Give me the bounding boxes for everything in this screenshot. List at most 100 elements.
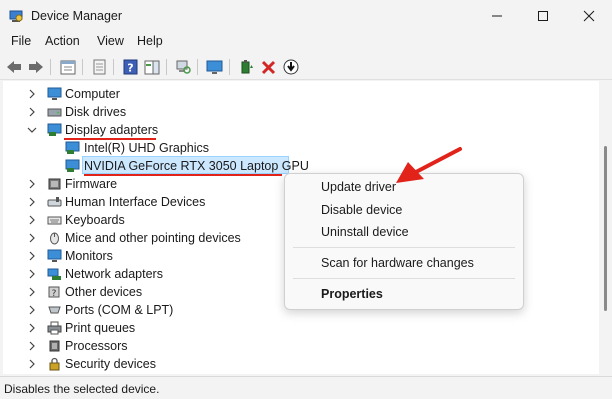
hid-icon: [47, 197, 62, 207]
chevron-right-icon[interactable]: [27, 175, 37, 193]
download-toolbar-button[interactable]: [281, 57, 301, 77]
tree-item-ports[interactable]: Ports (COM & LPT): [3, 301, 303, 319]
keyboard-icon: [47, 216, 62, 225]
annotation-underline: [64, 138, 156, 140]
tree-item-label: Print queues: [65, 321, 136, 335]
tree-item-mice[interactable]: Mice and other pointing devices: [3, 229, 303, 247]
maximize-button[interactable]: [520, 0, 566, 32]
chevron-right-icon[interactable]: [27, 247, 37, 265]
display-adapter-icon: [65, 141, 80, 154]
close-button[interactable]: [566, 0, 612, 32]
port-icon: [48, 306, 61, 314]
back-icon: [7, 61, 21, 73]
monitor-icon: [47, 249, 62, 262]
tree-item-label: Keyboards: [65, 213, 125, 227]
tree-item-processors[interactable]: Processors: [3, 337, 303, 355]
computer-icon: [47, 87, 62, 100]
properties-sheet-icon: [60, 60, 76, 74]
scrollbar-thumb[interactable]: [604, 146, 607, 311]
menu-action[interactable]: Action: [44, 34, 81, 48]
help-button[interactable]: ?: [120, 57, 140, 77]
menu-item-uninstall-device[interactable]: Uninstall device: [321, 225, 409, 239]
tree-item-firmware[interactable]: Firmware: [3, 175, 303, 193]
minimize-button[interactable]: [474, 0, 520, 32]
chevron-right-icon[interactable]: [27, 283, 37, 301]
tree-item-disk-drives[interactable]: Disk drives: [3, 103, 303, 121]
context-menu: Update driver Disable device Uninstall d…: [284, 173, 524, 310]
menu-item-scan-hardware[interactable]: Scan for hardware changes: [321, 256, 474, 270]
uninstall-icon: [261, 60, 275, 74]
computer-scan-icon: [176, 60, 191, 74]
tree-item-intel-uhd-graphics[interactable]: Intel(R) UHD Graphics: [3, 139, 303, 157]
tree-item-label: Disk drives: [65, 105, 127, 119]
back-button[interactable]: [4, 57, 24, 77]
processor-icon: [49, 340, 60, 352]
svg-text:?: ?: [127, 62, 133, 75]
chevron-right-icon[interactable]: [27, 265, 37, 283]
menu-item-disable-device[interactable]: Disable device: [321, 203, 402, 217]
menu-separator: [293, 247, 515, 248]
vertical-scrollbar[interactable]: [599, 81, 612, 374]
tree-item-label: Display adapters: [65, 123, 159, 137]
tree-item-label: Human Interface Devices: [65, 195, 206, 209]
svg-text:?: ?: [52, 289, 57, 299]
title-bar: Device Manager: [0, 0, 612, 32]
properties-sheet-button[interactable]: [58, 57, 78, 77]
tree-item-security-devices[interactable]: Security devices: [3, 355, 303, 373]
tree-item-label: Intel(R) UHD Graphics: [84, 141, 210, 155]
chevron-right-icon[interactable]: [27, 103, 37, 121]
mouse-icon: [50, 232, 59, 245]
update-driver-toolbar-button[interactable]: [236, 57, 256, 77]
menu-help[interactable]: Help: [136, 34, 164, 48]
tree-item-label: NVIDIA GeForce RTX 3050 Laptop GPU: [84, 159, 309, 173]
menu-item-properties[interactable]: Properties: [321, 287, 383, 301]
tree-item-label: Security devices: [65, 357, 157, 371]
tree-item-computer[interactable]: Computer: [3, 85, 303, 103]
tree-item-other-devices[interactable]: ? Other devices: [3, 283, 303, 301]
chevron-right-icon[interactable]: [27, 301, 37, 319]
tree-item-print-queues[interactable]: Print queues: [3, 319, 303, 337]
chevron-down-icon[interactable]: [27, 121, 37, 139]
firmware-icon: [48, 178, 61, 190]
help-icon: ?: [123, 59, 137, 75]
tree-item-label: Other devices: [65, 285, 143, 299]
monitor-button[interactable]: [204, 57, 224, 77]
tree-item-label: Firmware: [65, 177, 118, 191]
tree-item-human-interface-devices[interactable]: Human Interface Devices: [3, 193, 303, 211]
chevron-right-icon[interactable]: [27, 229, 37, 247]
action-pane-button[interactable]: [142, 57, 162, 77]
annotation-underline: [84, 174, 282, 176]
tree-item-monitors[interactable]: Monitors: [3, 247, 303, 265]
tree-item-display-adapters[interactable]: Display adapters: [3, 121, 303, 139]
chevron-right-icon[interactable]: [27, 211, 37, 229]
menu-separator: [293, 278, 515, 279]
chevron-right-icon[interactable]: [27, 355, 37, 373]
chevron-right-icon[interactable]: [27, 85, 37, 103]
tree-item-keyboards[interactable]: Keyboards: [3, 211, 303, 229]
disk-drive-icon: [47, 108, 62, 117]
uninstall-toolbar-button[interactable]: [258, 57, 278, 77]
scan-hardware-button[interactable]: [173, 57, 193, 77]
menu-item-update-driver[interactable]: Update driver: [321, 180, 396, 194]
monitor-icon: [206, 60, 222, 74]
tree-item-network-adapters[interactable]: Network adapters: [3, 265, 303, 283]
network-adapter-icon: [47, 268, 61, 280]
menu-bar: File Action View Help: [0, 32, 612, 52]
tree-item-nvidia-gpu[interactable]: NVIDIA GeForce RTX 3050 Laptop GPU: [3, 157, 309, 175]
chevron-right-icon[interactable]: [27, 319, 37, 337]
toolbar: ?: [0, 54, 612, 80]
maximize-icon: [538, 11, 548, 21]
display-adapter-icon: [47, 123, 62, 136]
chevron-right-icon[interactable]: [27, 193, 37, 211]
download-icon: [283, 59, 299, 75]
chevron-right-icon[interactable]: [27, 337, 37, 355]
device-manager-icon: [9, 10, 23, 22]
annotation-arrow-icon: [396, 147, 462, 183]
menu-file[interactable]: File: [10, 34, 32, 48]
menu-view[interactable]: View: [96, 34, 125, 48]
status-bar: Disables the selected device.: [0, 376, 612, 399]
show-hidden-button[interactable]: [89, 57, 109, 77]
status-text: Disables the selected device.: [4, 382, 160, 396]
close-icon: [583, 10, 595, 22]
forward-button[interactable]: [26, 57, 46, 77]
